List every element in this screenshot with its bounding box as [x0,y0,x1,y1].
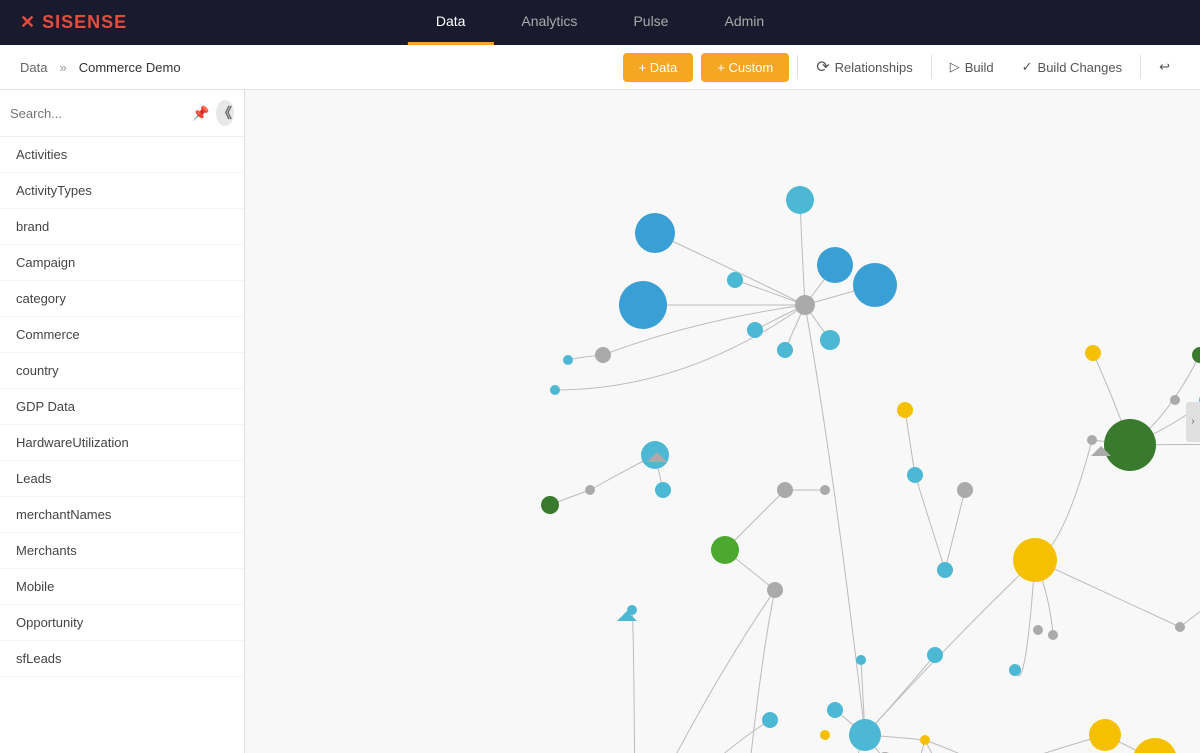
node-17[interactable] [655,482,671,498]
sidebar-item-campaign[interactable]: Campaign [0,245,244,281]
node-5[interactable] [727,272,743,288]
node-60[interactable] [1133,738,1177,753]
node-22[interactable] [897,402,913,418]
relationships-label: Relationships [835,60,913,75]
sidebar-item-hardware-utilization[interactable]: HardwareUtilization [0,425,244,461]
build-changes-button[interactable]: ✓ Build Changes [1012,52,1132,82]
sidebar-list: Activities ActivityTypes brand Campaign … [0,137,244,753]
node-23[interactable] [907,467,923,483]
breadcrumb-separator: » [59,60,66,75]
sidebar: 📌 《 Activities ActivityTypes brand Campa… [0,90,245,753]
node-67[interactable] [856,655,866,665]
node-9[interactable] [820,330,840,350]
node-4[interactable] [795,295,815,315]
node-1[interactable] [786,186,814,214]
node-30[interactable] [1170,395,1180,405]
tab-analytics[interactable]: Analytics [493,0,605,45]
node-20[interactable] [777,482,793,498]
pin-icon[interactable]: 📌 [192,100,210,126]
node-7[interactable] [817,247,853,283]
node-54[interactable] [820,730,830,740]
tab-pulse[interactable]: Pulse [605,0,696,45]
node-24[interactable] [937,562,953,578]
node-12[interactable] [563,355,573,365]
add-data-button[interactable]: + Data [623,53,694,82]
sidebar-item-merchants[interactable]: Merchants [0,533,244,569]
node-43[interactable] [1033,625,1043,635]
relationship-graph: .edge { stroke: #bbb; stroke-width: 1; f… [245,90,1200,753]
relationships-button[interactable]: ⟳ Relationships [806,50,922,84]
sidebar-item-mobile[interactable]: Mobile [0,569,244,605]
node-10[interactable] [777,342,793,358]
node-11[interactable] [595,347,611,363]
tab-admin[interactable]: Admin [696,0,792,45]
tab-data[interactable]: Data [408,0,494,45]
logo: ✕ SISENSE [20,12,127,33]
sidebar-item-category[interactable]: category [0,281,244,317]
node-28[interactable] [1104,419,1156,471]
toolbar-divider [797,55,798,79]
node-19[interactable] [767,582,783,598]
main-layout: 📌 《 Activities ActivityTypes brand Campa… [0,90,1200,753]
node-68[interactable] [1009,664,1021,676]
sidebar-item-leads[interactable]: Leads [0,461,244,497]
node-26[interactable] [1013,538,1057,582]
node-25[interactable] [957,482,973,498]
node-44[interactable] [1175,622,1185,632]
node-13[interactable] [550,385,560,395]
add-custom-button[interactable]: + Custom [701,53,789,82]
check-icon: ✓ [1022,59,1033,75]
sidebar-item-merchant-names[interactable]: merchantNames [0,497,244,533]
node-64[interactable] [762,712,778,728]
nav-tabs: Data Analytics Pulse Admin [408,0,792,45]
canvas-collapse-handle[interactable]: › [1186,402,1200,442]
breadcrumb-current: Commerce Demo [79,60,181,75]
node-21[interactable] [820,485,830,495]
sidebar-item-opportunity[interactable]: Opportunity [0,605,244,641]
node-3[interactable] [619,281,667,329]
toolbar-divider3 [1140,55,1141,79]
build-changes-label: Build Changes [1038,60,1123,75]
build-label: Build [965,60,994,75]
node-66[interactable] [927,647,943,663]
logo-text: SISENSE [42,12,127,32]
node-55[interactable] [920,735,930,745]
relationships-icon: ⟳ [816,57,829,77]
node-27[interactable] [1087,435,1097,445]
node-18[interactable] [711,536,739,564]
node-42[interactable] [1048,630,1058,640]
collapse-sidebar-icon[interactable]: 《 [216,100,234,126]
node-52[interactable] [827,702,843,718]
search-input[interactable] [10,106,186,121]
top-nav: ✕ SISENSE Data Analytics Pulse Admin [0,0,1200,45]
sidebar-item-country[interactable]: country [0,353,244,389]
sidebar-item-gdp-data[interactable]: GDP Data [0,389,244,425]
node-50[interactable] [849,719,881,751]
toolbar-divider2 [931,55,932,79]
build-button[interactable]: ▷ Build [940,52,1004,82]
breadcrumb-bar: Data » Commerce Demo + Data + Custom ⟳ R… [0,45,1200,90]
logo-icon: ✕ [20,12,36,32]
toolbar-actions: + Data + Custom ⟳ Relationships ▷ Build … [623,50,1180,84]
sidebar-item-commerce[interactable]: Commerce [0,317,244,353]
node-29[interactable] [1192,347,1200,363]
sidebar-item-activities[interactable]: Activities [0,137,244,173]
node-6[interactable] [747,322,763,338]
node-41[interactable] [1085,345,1101,361]
sidebar-item-brand[interactable]: brand [0,209,244,245]
graph-canvas-area[interactable]: .edge { stroke: #bbb; stroke-width: 1; f… [245,90,1200,753]
node-2[interactable] [635,213,675,253]
sidebar-search-bar: 📌 《 [0,90,244,137]
breadcrumb-root[interactable]: Data [20,60,47,75]
node-8[interactable] [853,263,897,307]
build-icon: ▷ [950,59,960,75]
node-15[interactable] [585,485,595,495]
node-59[interactable] [1089,719,1121,751]
node-14[interactable] [541,496,559,514]
sidebar-item-activitytypes[interactable]: ActivityTypes [0,173,244,209]
undo-button[interactable]: ↩ [1149,52,1180,82]
sidebar-item-sfleads[interactable]: sfLeads [0,641,244,677]
